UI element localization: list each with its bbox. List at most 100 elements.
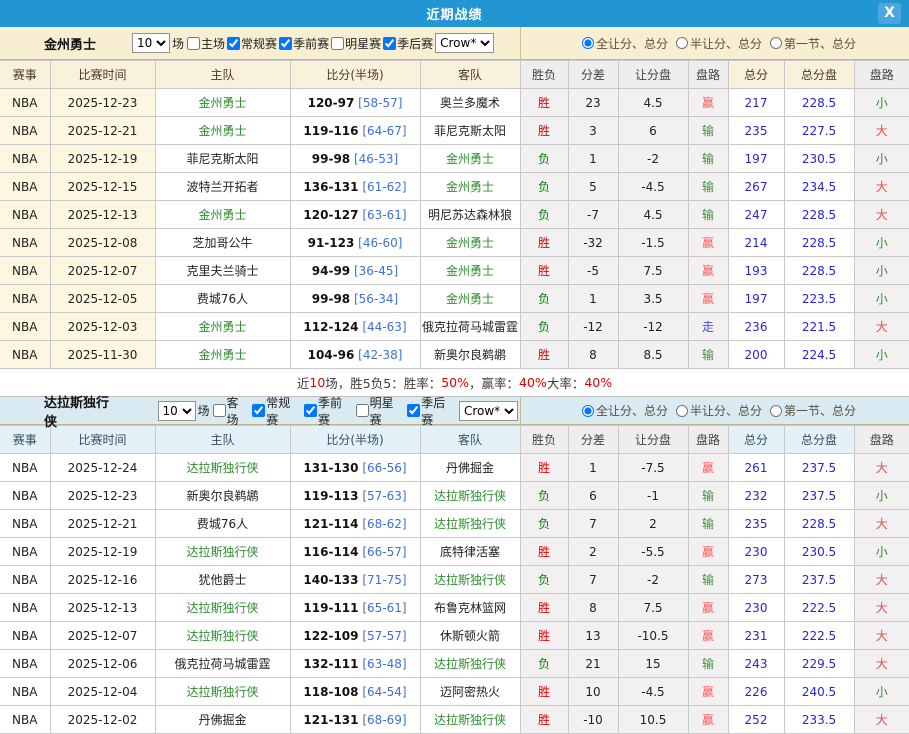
filter-checkbox-4[interactable] (407, 404, 420, 417)
scope-radio-0[interactable] (582, 37, 594, 49)
score-cell: 94-99 [36-45] (290, 257, 420, 285)
over-under-cell: 大 (854, 117, 909, 145)
result-cell: 胜 (520, 594, 568, 622)
over-under-cell: 大 (854, 566, 909, 594)
date-cell: 2025-12-24 (50, 454, 155, 482)
away-team-cell: 金州勇士 (420, 145, 520, 173)
column-header: 盘路 (854, 61, 909, 89)
filter-checkbox-4[interactable] (383, 37, 396, 50)
filter-controls: 达拉斯独行侠10场客场常规赛季前赛明星赛季后赛Crow* (0, 397, 520, 424)
total-points-cell: 236 (728, 313, 784, 341)
date-cell: 2025-12-07 (50, 622, 155, 650)
final-score: 104-96 (308, 348, 355, 362)
home-team-cell: 达拉斯独行侠 (155, 454, 290, 482)
final-score: 120-97 (308, 96, 355, 110)
scope-radio-1[interactable] (676, 37, 688, 49)
total-line-cell: 234.5 (784, 173, 854, 201)
column-header: 客队 (420, 426, 520, 454)
team-section-mavericks: 达拉斯独行侠10场客场常规赛季前赛明星赛季后赛Crow* 全让分、总分半让分、总分… (0, 397, 909, 734)
date-cell: 2025-12-04 (50, 678, 155, 706)
scope-radio-label: 全让分、总分 (596, 402, 668, 419)
games-count-select[interactable]: 10 (158, 401, 196, 421)
filter-checkbox-3[interactable] (331, 37, 344, 50)
final-score: 120-127 (303, 208, 358, 222)
filter-checkbox-2[interactable] (304, 404, 317, 417)
result-cell: 负 (520, 173, 568, 201)
date-cell: 2025-12-06 (50, 650, 155, 678)
filter-checkbox-label: 季后赛 (397, 35, 433, 52)
final-score: 119-111 (303, 601, 358, 615)
scope-radio-1[interactable] (676, 405, 688, 417)
total-points-cell: 200 (728, 341, 784, 369)
games-count-select[interactable]: 10 (132, 33, 170, 53)
score-cell: 121-131 [68-69] (290, 706, 420, 734)
away-team-cell: 金州勇士 (420, 257, 520, 285)
table-row: NBA2025-12-02丹佛掘金121-131 [68-69]达拉斯独行侠胜-… (0, 706, 909, 734)
column-header: 胜负 (520, 61, 568, 89)
result-cell: 胜 (520, 341, 568, 369)
column-header: 主队 (155, 61, 290, 89)
over-under-cell: 小 (854, 229, 909, 257)
column-header: 主队 (155, 426, 290, 454)
filter-checkbox-0[interactable] (187, 37, 200, 50)
close-button[interactable]: X (878, 3, 901, 24)
scope-radio-label: 第一节、总分 (784, 35, 856, 52)
score-cell: 140-133 [71-75] (290, 566, 420, 594)
filter-checkbox-1[interactable] (227, 37, 240, 50)
result-cell: 负 (520, 650, 568, 678)
summary-segment: 近 (297, 373, 310, 392)
handicap-line-cell: -2 (618, 145, 688, 173)
table-row: NBA2025-12-04达拉斯独行侠118-108 [64-54]迈阿密热火胜… (0, 678, 909, 706)
final-score: 132-111 (303, 657, 358, 671)
date-cell: 2025-12-19 (50, 538, 155, 566)
total-line-cell: 222.5 (784, 622, 854, 650)
filter-checkbox-2[interactable] (279, 37, 292, 50)
score-cell: 99-98 [56-34] (290, 285, 420, 313)
games-count-suffix: 场 (198, 402, 210, 419)
final-score: 119-116 (303, 124, 358, 138)
home-team-cell: 达拉斯独行侠 (155, 622, 290, 650)
total-line-cell: 233.5 (784, 706, 854, 734)
scope-radio-0[interactable] (582, 405, 594, 417)
scope-radio-label: 第一节、总分 (784, 402, 856, 419)
home-team-cell: 菲尼克斯太阳 (155, 145, 290, 173)
total-points-cell: 217 (728, 89, 784, 117)
scope-radio-2[interactable] (770, 37, 782, 49)
away-team-cell: 金州勇士 (420, 285, 520, 313)
over-under-cell: 大 (854, 622, 909, 650)
final-score: 112-124 (303, 320, 358, 334)
league-cell: NBA (0, 482, 50, 510)
score-cell: 136-131 [61-62] (290, 173, 420, 201)
results-table: 赛事比赛时间主队比分(半场)客队胜负分差让分盘盘路总分总分盘盘路NBA2025-… (0, 425, 909, 734)
scope-radio-2[interactable] (770, 405, 782, 417)
column-header: 分差 (568, 426, 618, 454)
column-header: 盘路 (854, 426, 909, 454)
handicap-line-cell: -5.5 (618, 538, 688, 566)
games-count-suffix: 场 (172, 35, 184, 52)
half-score: [61-62] (362, 180, 406, 194)
header-row: 赛事比赛时间主队比分(半场)客队胜负分差让分盘盘路总分总分盘盘路 (0, 61, 909, 89)
league-cell: NBA (0, 257, 50, 285)
handicap-result-cell: 赢 (688, 454, 728, 482)
half-score: [66-56] (362, 461, 406, 475)
filter-checkbox-label: 明星赛 (370, 394, 406, 428)
odds-source-select[interactable]: Crow* (435, 33, 494, 53)
total-points-cell: 235 (728, 117, 784, 145)
date-cell: 2025-12-08 (50, 229, 155, 257)
total-points-cell: 230 (728, 594, 784, 622)
table-row: NBA2025-12-07克里夫兰骑士94-99 [36-45]金州勇士胜-57… (0, 257, 909, 285)
result-cell: 胜 (520, 622, 568, 650)
filter-checkbox-0[interactable] (213, 404, 226, 417)
filter-checkbox-3[interactable] (356, 404, 369, 417)
home-team-cell: 达拉斯独行侠 (155, 594, 290, 622)
league-cell: NBA (0, 229, 50, 257)
total-line-cell: 229.5 (784, 650, 854, 678)
league-cell: NBA (0, 622, 50, 650)
scope-radios: 全让分、总分半让分、总分第一节、总分 (574, 402, 856, 419)
summary-segment: ，赢率： (469, 373, 519, 392)
odds-source-select[interactable]: Crow* (459, 401, 518, 421)
result-cell: 负 (520, 201, 568, 229)
filter-checkbox-1[interactable] (252, 404, 265, 417)
point-diff-cell: -10 (568, 706, 618, 734)
scope-radio-group: 全让分、总分半让分、总分第一节、总分 (520, 397, 909, 424)
